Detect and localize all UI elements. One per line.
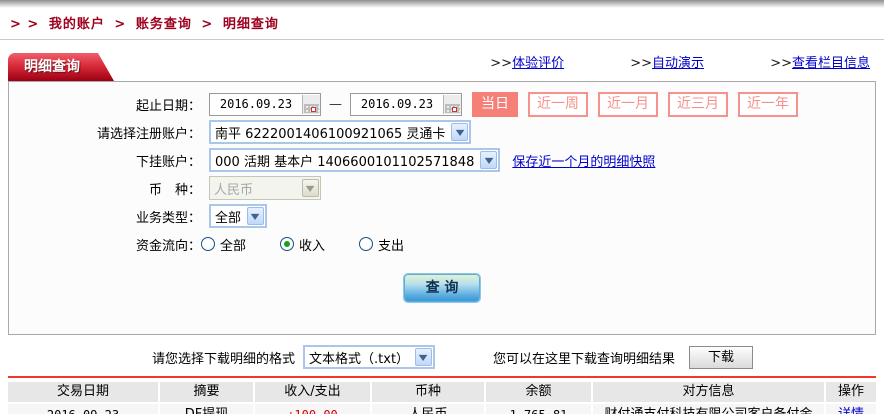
sub-account-value: 000 活期 基本户 1406600101102571848 (215, 151, 474, 170)
range-button-last-month[interactable]: 近一月 (598, 92, 658, 117)
business-type-row: 业务类型： 全部 (9, 203, 875, 229)
currency-value: 人民币 (214, 179, 253, 198)
view-column-info-link[interactable]: >>查看栏目信息 (770, 56, 870, 71)
range-button-last-week[interactable]: 近一周 (528, 92, 588, 117)
save-snapshot-link[interactable]: 保存近一个月的明细快照 (512, 151, 655, 170)
download-format-value: 文本格式（.txt） (309, 348, 409, 367)
cell-trade-date: 2016-09-23 (8, 404, 158, 414)
download-hint: 您可以在这里下载查询明细结果 (493, 348, 675, 367)
fund-flow-options: 全部 收入 支出 (201, 235, 438, 254)
calendar-icon[interactable] (302, 95, 320, 114)
download-format-label: 请您选择下载明细的格式 (152, 348, 295, 367)
sub-account-select[interactable]: 000 活期 基本户 1406600101102571848 (209, 148, 500, 172)
result-table: 交易日期 摘要 收入/支出 币种 余额 对方信息 操作 2016-09-23 D… (8, 376, 876, 414)
date-range-label: 起止日期： (9, 95, 201, 114)
experience-review-link[interactable]: >>体验评价 (490, 56, 564, 71)
breadcrumb-item-my-account[interactable]: 我的账户 (49, 17, 105, 32)
link-prefix: >> (490, 56, 512, 71)
register-account-label: 请选择注册账户： (9, 123, 201, 142)
chevron-down-icon[interactable] (415, 348, 432, 366)
breadcrumb: > > 我的账户 > 账务查询 > 明细查询 (0, 8, 884, 40)
fund-flow-label: 资金流向： (9, 235, 201, 254)
breadcrumb-separator: > (201, 17, 213, 32)
business-type-select[interactable]: 全部 (209, 204, 267, 228)
header-currency: 币种 (372, 382, 484, 402)
end-date-value: 2016.09.23 (351, 97, 443, 111)
currency-select: 人民币 (209, 176, 321, 200)
radio-icon[interactable] (359, 237, 373, 251)
radio-label: 全部 (220, 235, 246, 254)
cell-counterparty: 财付通支付科技有限公司客户备付金 (593, 404, 824, 414)
sub-account-row: 下挂账户： 000 活期 基本户 1406600101102571848 保存近… (9, 147, 875, 173)
range-button-last-3-months[interactable]: 近三月 (668, 92, 728, 117)
header-links: >>体验评价 >>自动演示 >>查看栏目信息 (428, 52, 870, 71)
link-prefix: >> (630, 56, 652, 71)
header-trade-date: 交易日期 (8, 382, 158, 402)
cell-action: 详情 (826, 404, 876, 414)
chevron-down-icon[interactable] (451, 123, 468, 141)
fund-flow-option-all[interactable]: 全部 (201, 235, 246, 254)
header-balance: 余额 (486, 382, 591, 402)
detail-link[interactable]: 详情 (838, 407, 864, 414)
range-button-last-year[interactable]: 近一年 (738, 92, 798, 117)
link-label: 自动演示 (652, 56, 704, 71)
date-separator: — (329, 97, 342, 112)
date-range-row: 起止日期： 2016.09.23 — 2016.09.23 当日 近一周 近一月… (9, 91, 875, 117)
auto-demo-link[interactable]: >>自动演示 (630, 56, 704, 71)
header-counterparty: 对方信息 (593, 382, 824, 402)
start-date-value: 2016.09.23 (210, 97, 302, 111)
sub-account-label: 下挂账户： (9, 151, 201, 170)
link-label: 查看栏目信息 (792, 56, 870, 71)
register-account-row: 请选择注册账户： 南平 6222001406100921065 灵通卡 (9, 119, 875, 145)
breadcrumb-item-detail-query[interactable]: 明细查询 (223, 17, 279, 32)
header-summary: 摘要 (160, 382, 253, 402)
query-button[interactable]: 查 询 (404, 274, 480, 302)
currency-label: 币 种： (9, 179, 201, 198)
fund-flow-option-expense[interactable]: 支出 (359, 235, 404, 254)
end-date-input[interactable]: 2016.09.23 (350, 93, 462, 116)
radio-checked-icon[interactable] (280, 237, 294, 251)
fund-flow-row: 资金流向： 全部 收入 支出 (9, 231, 875, 257)
start-date-input[interactable]: 2016.09.23 (209, 93, 321, 116)
business-type-label: 业务类型： (9, 207, 201, 226)
range-button-today[interactable]: 当日 (472, 92, 518, 117)
download-format-select[interactable]: 文本格式（.txt） (303, 345, 435, 369)
cell-amount: +100.00 (255, 404, 370, 414)
chevron-down-icon[interactable] (247, 207, 264, 225)
header-income-expense: 收入/支出 (255, 382, 370, 402)
query-form-panel: 起止日期： 2016.09.23 — 2016.09.23 当日 近一周 近一月… (8, 81, 876, 335)
register-account-select[interactable]: 南平 6222001406100921065 灵通卡 (209, 120, 471, 144)
cell-balance: 1,765.81 (486, 404, 591, 414)
link-prefix: >> (770, 56, 792, 71)
radio-label: 支出 (378, 235, 404, 254)
register-account-value: 南平 6222001406100921065 灵通卡 (215, 123, 445, 142)
chevron-down-icon[interactable] (480, 151, 497, 169)
breadcrumb-item-account-query[interactable]: 账务查询 (136, 17, 192, 32)
page-top-strip (0, 0, 884, 8)
radio-icon[interactable] (201, 237, 215, 251)
breadcrumb-prefix: > > (10, 17, 39, 32)
table-row: 2016-09-23 DF提现 +100.00 人民币 1,765.81 财付通… (8, 404, 876, 414)
query-button-wrap: 查 询 (9, 274, 875, 302)
table-header-row: 交易日期 摘要 收入/支出 币种 余额 对方信息 操作 (8, 382, 876, 402)
currency-row: 币 种： 人民币 (9, 175, 875, 201)
radio-label: 收入 (299, 235, 325, 254)
tab-detail-query[interactable]: 明细查询 (8, 53, 114, 81)
download-row: 请您选择下载明细的格式 文本格式（.txt） 您可以在这里下载查询明细结果 下载 (152, 344, 884, 370)
link-label: 体验评价 (512, 56, 564, 71)
header-action: 操作 (826, 382, 876, 402)
tab-row: 明细查询 >>体验评价 >>自动演示 >>查看栏目信息 (0, 46, 884, 81)
download-button[interactable]: 下载 (689, 346, 753, 369)
breadcrumb-separator: > (114, 17, 126, 32)
calendar-icon[interactable] (443, 95, 461, 114)
cell-summary: DF提现 (160, 404, 253, 414)
chevron-down-icon (302, 179, 319, 197)
cell-currency: 人民币 (372, 404, 484, 414)
business-type-value: 全部 (215, 207, 241, 226)
fund-flow-option-income[interactable]: 收入 (280, 235, 325, 254)
